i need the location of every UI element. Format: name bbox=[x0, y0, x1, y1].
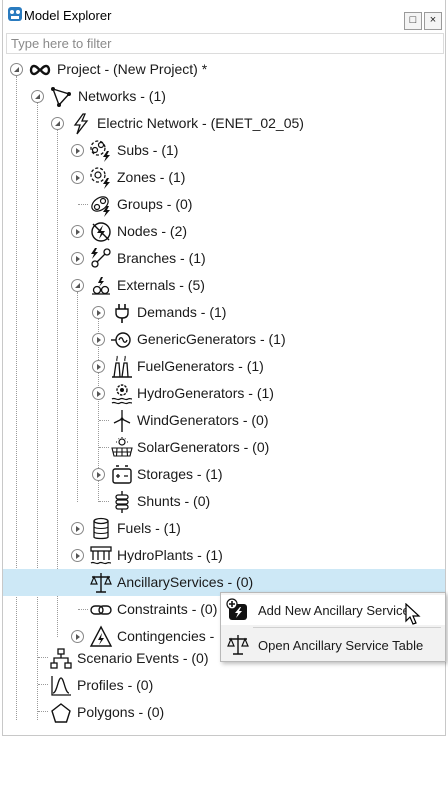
tree-label: Networks - (1) bbox=[78, 88, 166, 104]
tree-item-fuels[interactable]: Fuels - (1) bbox=[3, 515, 445, 542]
plug-icon bbox=[115, 304, 129, 323]
tree-label: Fuels - (1) bbox=[117, 520, 181, 536]
model-explorer-icon bbox=[8, 7, 22, 21]
tree-item-demands[interactable]: Demands - (1) bbox=[3, 299, 445, 326]
dam-icon bbox=[90, 546, 112, 565]
generator-icon bbox=[111, 332, 131, 348]
window-title: Model Explorer bbox=[24, 8, 112, 23]
filter-input[interactable] bbox=[6, 33, 444, 54]
tree-item-polygons[interactable]: Polygons - (0) bbox=[3, 699, 445, 726]
tree-item-profiles[interactable]: Profiles - (0) bbox=[3, 672, 445, 699]
tree-label: Electric Network - (ENET_02_05) bbox=[97, 115, 304, 131]
wind-turbine-icon bbox=[113, 410, 131, 432]
tree-label: HydroGenerators - (1) bbox=[137, 385, 274, 401]
group-icon bbox=[91, 196, 110, 217]
shunt-icon bbox=[115, 491, 129, 513]
tree-label: HydroPlants - (1) bbox=[117, 547, 223, 563]
externals-icon bbox=[92, 277, 110, 295]
tree-label: Nodes - (2) bbox=[117, 223, 188, 239]
tree-label: AncillaryServices - (0) bbox=[117, 574, 254, 590]
expand-toggle[interactable] bbox=[71, 630, 84, 643]
tree-item-zones[interactable]: Zones - (1) bbox=[3, 164, 445, 191]
tree-label: Constraints - (0) bbox=[117, 601, 218, 617]
node-icon bbox=[91, 222, 111, 242]
collapse-toggle[interactable] bbox=[31, 90, 44, 103]
hierarchy-icon bbox=[50, 648, 72, 669]
tree-item-shunts[interactable]: Shunts - (0) bbox=[3, 488, 445, 515]
tree-label: Demands - (1) bbox=[137, 304, 227, 320]
lightning-icon bbox=[73, 113, 89, 135]
tree-label: Project - (New Project) * bbox=[57, 61, 208, 77]
tree-label: Scenario Events - (0) bbox=[77, 650, 209, 666]
tree-label: Profiles - (0) bbox=[77, 677, 154, 693]
zone-icon bbox=[90, 167, 110, 189]
menu-separator bbox=[253, 627, 441, 628]
title-bar: Model Explorer □ × bbox=[3, 0, 445, 32]
fuel-barrel-icon bbox=[93, 517, 109, 540]
expand-toggle[interactable] bbox=[71, 225, 84, 238]
collapse-toggle[interactable] bbox=[10, 63, 23, 76]
hydro-generator-icon bbox=[111, 384, 133, 405]
expand-toggle[interactable] bbox=[71, 171, 84, 184]
tree-label: SolarGenerators - (0) bbox=[137, 439, 270, 455]
expand-toggle[interactable] bbox=[92, 468, 105, 481]
tree-item-generic-generators[interactable]: GenericGenerators - (1) bbox=[3, 326, 445, 353]
tree-item-fuel-generators[interactable]: FuelGenerators - (1) bbox=[3, 353, 445, 380]
tree-label: WindGenerators - (0) bbox=[137, 412, 269, 428]
expand-toggle[interactable] bbox=[71, 252, 84, 265]
expand-toggle[interactable] bbox=[92, 333, 105, 346]
chain-link-icon bbox=[90, 605, 112, 615]
battery-icon bbox=[112, 465, 132, 484]
menu-item-label: Open Ancillary Service Table bbox=[258, 638, 424, 653]
solar-panel-icon bbox=[111, 437, 133, 457]
tree-item-solar-generators[interactable]: SolarGenerators - (0) bbox=[3, 434, 445, 461]
collapse-toggle[interactable] bbox=[71, 279, 84, 292]
tree-item-storages[interactable]: Storages - (1) bbox=[3, 461, 445, 488]
power-plant-icon bbox=[112, 355, 132, 378]
branch-icon bbox=[91, 248, 111, 268]
mouse-pointer-icon bbox=[405, 603, 421, 625]
collapse-toggle[interactable] bbox=[51, 117, 64, 130]
tree-item-subs[interactable]: Subs - (1) bbox=[3, 137, 445, 164]
expand-toggle[interactable] bbox=[71, 549, 84, 562]
balance-scale-icon bbox=[90, 573, 112, 593]
tree-label: Zones - (1) bbox=[117, 169, 186, 185]
tree-label: Externals - (5) bbox=[117, 277, 205, 293]
tree-item-project[interactable]: Project - (New Project) * bbox=[3, 56, 445, 83]
tree-item-externals[interactable]: Externals - (5) bbox=[3, 272, 445, 299]
substation-icon bbox=[90, 140, 110, 162]
expand-toggle[interactable] bbox=[92, 306, 105, 319]
expand-toggle[interactable] bbox=[92, 360, 105, 373]
tree-item-electric-network[interactable]: Electric Network - (ENET_02_05) bbox=[3, 110, 445, 137]
expand-toggle[interactable] bbox=[71, 144, 84, 157]
tree-label: Storages - (1) bbox=[137, 466, 223, 482]
tree-item-networks[interactable]: Networks - (1) bbox=[3, 83, 445, 110]
tree-label: Subs - (1) bbox=[117, 142, 179, 158]
tree-label: Polygons - (0) bbox=[77, 704, 165, 720]
infinity-icon bbox=[29, 64, 51, 76]
pentagon-icon bbox=[51, 703, 71, 723]
tree-item-groups[interactable]: Groups - (0) bbox=[3, 191, 445, 218]
restore-button[interactable]: □ bbox=[404, 12, 422, 30]
tree-item-nodes[interactable]: Nodes - (2) bbox=[3, 218, 445, 245]
tree-label: Groups - (0) bbox=[117, 196, 193, 212]
tree-item-hydro-generators[interactable]: HydroGenerators - (1) bbox=[3, 380, 445, 407]
tree-label: GenericGenerators - (1) bbox=[137, 331, 286, 347]
close-button[interactable]: × bbox=[424, 12, 442, 30]
profile-chart-icon bbox=[51, 676, 71, 696]
tree-item-hydro-plants[interactable]: HydroPlants - (1) bbox=[3, 542, 445, 569]
tree-label: FuelGenerators - (1) bbox=[137, 358, 264, 374]
network-graph-icon bbox=[51, 87, 71, 107]
add-ancillary-service-icon bbox=[226, 598, 247, 620]
expand-toggle[interactable] bbox=[71, 522, 84, 535]
tree-item-branches[interactable]: Branches - (1) bbox=[3, 245, 445, 272]
tree-item-wind-generators[interactable]: WindGenerators - (0) bbox=[3, 407, 445, 434]
tree-label: Shunts - (0) bbox=[137, 493, 211, 509]
tree-label: Branches - (1) bbox=[117, 250, 206, 266]
menu-item-label: Add New Ancillary Service bbox=[258, 603, 410, 618]
tree-label: Contingencies - bbox=[117, 628, 215, 644]
expand-toggle[interactable] bbox=[92, 387, 105, 400]
balance-scale-icon bbox=[227, 635, 249, 655]
menu-item-open-ancillary-service-table[interactable]: Open Ancillary Service Table bbox=[221, 630, 445, 660]
